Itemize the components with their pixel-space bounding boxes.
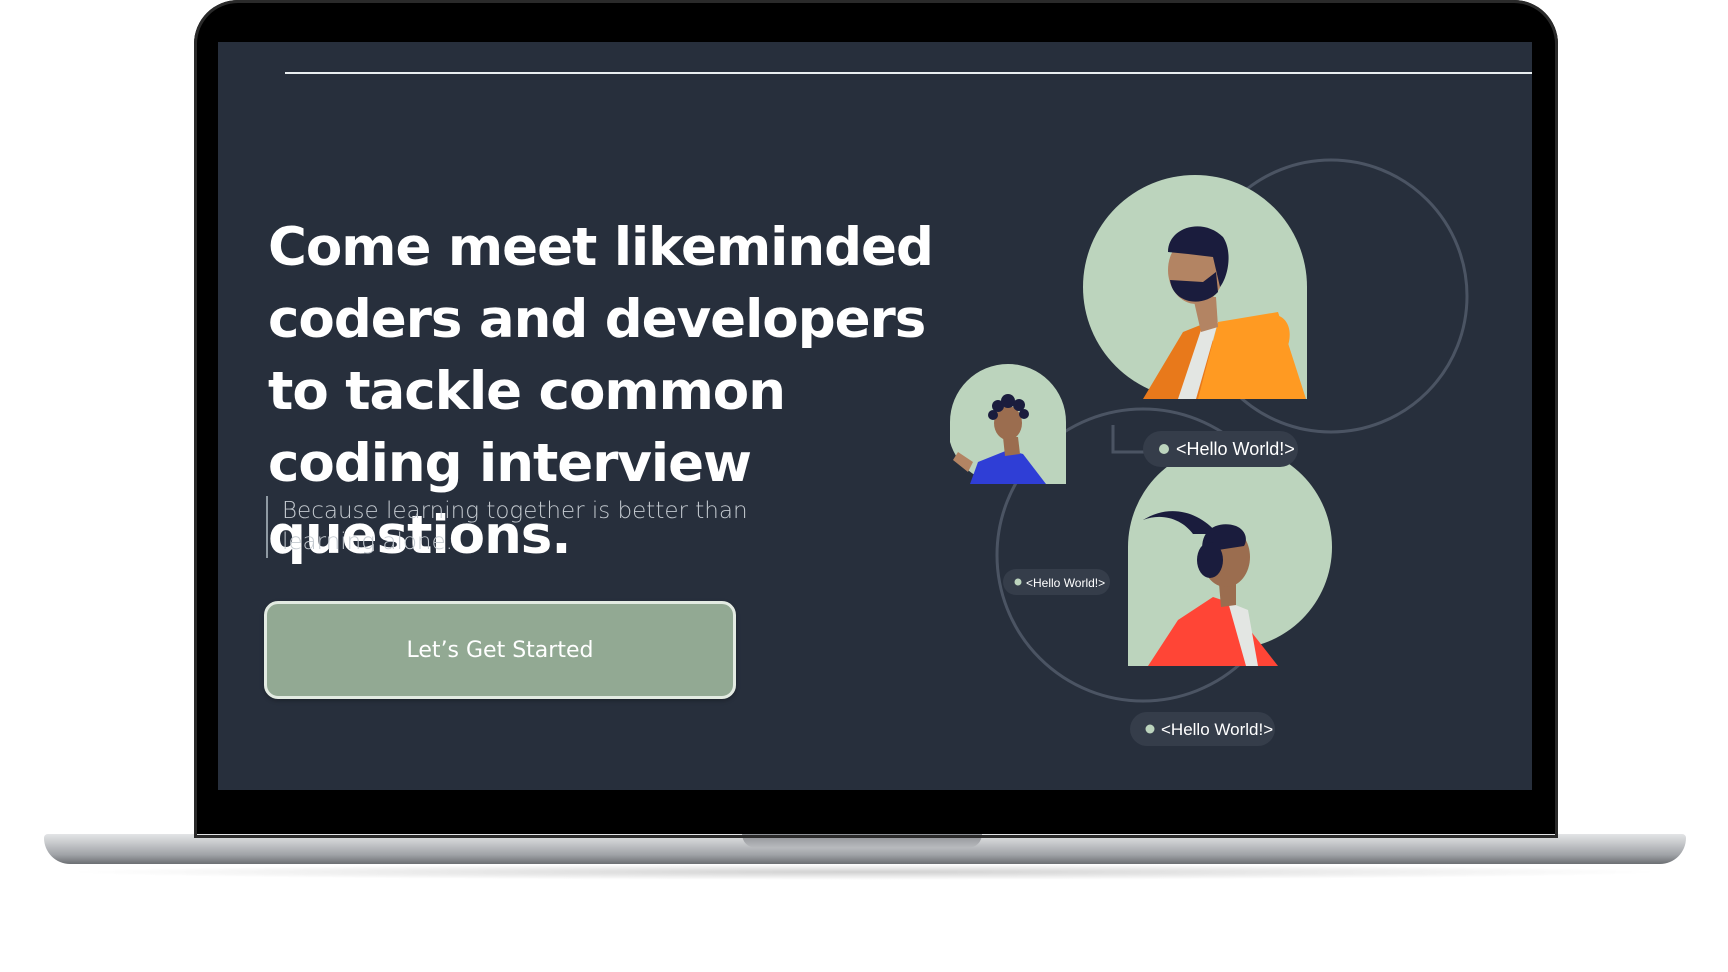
laptop-base-shadow (60, 864, 1670, 880)
laptop-screen: Come meet likeminded coders and develope… (218, 42, 1532, 790)
avatar-curly-person (950, 364, 1066, 485)
hello-text-large: <Hello World!> (1176, 439, 1295, 459)
avatar-bearded-man (1083, 175, 1307, 399)
avatar-ponytail-woman (1128, 445, 1332, 666)
laptop-notch (742, 834, 982, 848)
community-illustration: <Hello World!> <Hello World!> <Hello Wor… (950, 158, 1469, 746)
hello-text-small: <Hello World!> (1026, 576, 1105, 590)
hello-bubble-small: <Hello World!> (1003, 569, 1110, 595)
hello-bubble-bottom: <Hello World!> (1130, 712, 1275, 746)
hello-bubble-large: <Hello World!> (1111, 425, 1298, 467)
hello-text-bottom: <Hello World!> (1161, 720, 1273, 739)
